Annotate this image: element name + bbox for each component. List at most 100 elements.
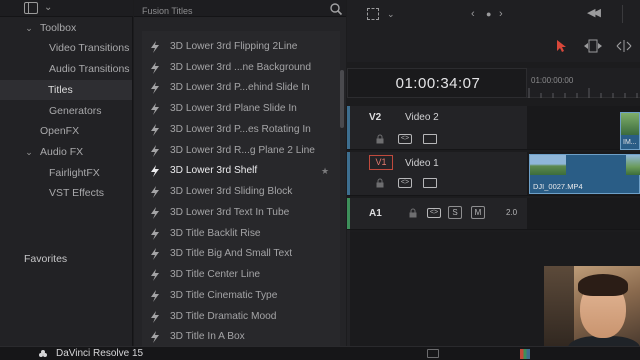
track-lane-v1[interactable]: DJI_0027.MP4 — [527, 152, 640, 196]
blade-tool-icon[interactable] — [615, 39, 633, 53]
lightning-bolt-icon — [151, 311, 159, 323]
track-id-destination[interactable]: V1 — [369, 155, 393, 170]
list-item-label: 3D Title Dramatic Mood — [170, 311, 277, 322]
marker-dot-icon[interactable]: ● — [486, 8, 491, 20]
section-title: Fusion Titles — [142, 6, 193, 16]
tree-item-audio-fx[interactable]: ⌄ Audio FX — [25, 142, 83, 162]
solo-button[interactable]: S — [448, 206, 462, 219]
tree-item-vst-effects[interactable]: VST Effects — [49, 183, 104, 203]
panel-toggle-icon[interactable] — [24, 2, 38, 14]
lightning-bolt-icon — [151, 269, 159, 281]
mute-button[interactable]: M — [471, 206, 485, 219]
tree-item-audio-transitions[interactable]: Audio Transitions — [49, 59, 130, 79]
list-item-label: 3D Lower 3rd ...ne Background — [170, 62, 312, 73]
tree-item-fairlightfx[interactable]: FairlightFX — [49, 163, 100, 183]
track-id: V2 — [369, 112, 382, 123]
list-item[interactable]: 3D Title Center Line — [142, 265, 340, 285]
tree-item-label: Video Transitions — [49, 42, 130, 54]
track-enable-icon[interactable] — [423, 134, 437, 144]
titles-list-header: Fusion Titles — [134, 0, 346, 17]
tree-item-generators[interactable]: Generators — [49, 101, 102, 121]
list-item[interactable]: 3D Title Cinematic Type — [142, 286, 340, 306]
lightning-bolt-icon — [151, 248, 159, 260]
list-item[interactable]: 3D Lower 3rd Plane Slide In — [142, 99, 340, 119]
favorites-heading[interactable]: Favorites — [24, 253, 67, 265]
track-name[interactable]: Video 1 — [405, 158, 439, 169]
tree-item-toolbox[interactable]: ⌄ Toolbox — [25, 18, 76, 38]
timecode-display[interactable]: 01:00:34:07 — [347, 68, 527, 98]
list-item[interactable]: 3D Lower 3rd Sliding Block — [142, 182, 340, 202]
lightning-bolt-icon — [151, 186, 159, 198]
tree-item-label: OpenFX — [40, 125, 80, 137]
trim-tool-icon[interactable] — [583, 39, 603, 53]
tree-item-openfx[interactable]: OpenFX — [40, 121, 79, 141]
ruler-ticks — [528, 88, 638, 98]
lightning-bolt-icon — [151, 41, 159, 53]
track-header-v2[interactable]: V2 Video 2 <> — [347, 106, 527, 150]
list-item-label: 3D Title In A Box — [170, 331, 245, 342]
tree-item-label: FairlightFX — [49, 167, 100, 179]
list-item[interactable]: 3D Lower 3rd ...ne Background — [142, 58, 340, 78]
lock-icon[interactable] — [375, 134, 385, 144]
track-level: 2.0 — [506, 208, 518, 217]
clip-thumbnail — [621, 113, 639, 135]
track-lane-v2[interactable]: IM... — [527, 106, 640, 150]
color-page-icon[interactable] — [520, 349, 530, 359]
clip-name: DJI_0027.MP4 — [533, 182, 583, 191]
track-header-v1[interactable]: V1 Video 1 <> — [347, 152, 527, 196]
list-item[interactable]: 3D Lower 3rd R...g Plane 2 Line — [142, 141, 340, 161]
auto-track-select-icon[interactable]: <> — [398, 178, 412, 188]
chevron-right-icon[interactable]: › — [499, 8, 503, 20]
auto-track-select-icon[interactable]: <> — [427, 208, 441, 218]
list-item[interactable]: 3D Title Big And Small Text — [142, 244, 340, 264]
arrow-selection-icon[interactable] — [556, 39, 568, 53]
tree-item-label: Generators — [49, 105, 102, 117]
selection-mode-icon[interactable] — [367, 8, 379, 20]
list-scrollbar[interactable] — [340, 70, 344, 128]
timeline-toolbar: ⌄ ‹ ● › ◀◀ — [347, 0, 640, 30]
track-id: A1 — [369, 208, 382, 219]
timeline-ruler[interactable]: 01:00:00:00 — [527, 68, 640, 98]
list-item-label: 3D Lower 3rd R...g Plane 2 Line — [170, 145, 315, 156]
list-item[interactable]: 3D Lower 3rd Flipping 2Line — [142, 37, 340, 57]
track-color-bar — [347, 106, 350, 149]
list-item[interactable]: 3D Lower 3rd P...es Rotating In — [142, 120, 340, 140]
list-item-label: 3D Title Center Line — [170, 269, 261, 280]
track-enable-icon[interactable] — [423, 178, 437, 188]
tree-item-titles[interactable]: Titles — [0, 80, 132, 100]
list-item-label: 3D Lower 3rd Flipping 2Line — [170, 41, 298, 52]
auto-track-select-icon[interactable]: <> — [398, 134, 412, 144]
chevron-down-icon[interactable]: ⌄ — [24, 18, 34, 38]
search-icon[interactable] — [328, 1, 344, 17]
lightning-bolt-icon — [151, 124, 159, 136]
list-item[interactable]: 3D Title Dramatic Mood — [142, 307, 340, 327]
track-lane-a1[interactable] — [527, 198, 640, 230]
timeline-clip[interactable]: DJI_0027.MP4 — [529, 154, 640, 194]
list-item-highlighted[interactable]: 3D Lower 3rd Shelf ★ — [142, 161, 340, 181]
timeline-clip[interactable]: IM... — [620, 112, 640, 150]
list-item[interactable]: 3D Title In A Box — [142, 327, 340, 347]
track-name[interactable]: Video 2 — [405, 112, 439, 123]
list-item[interactable]: 3D Lower 3rd Text In Tube — [142, 203, 340, 223]
tree-item-video-transitions[interactable]: Video Transitions — [49, 38, 129, 58]
lightning-bolt-icon — [151, 207, 159, 219]
chevron-down-icon[interactable]: ⌄ — [24, 142, 34, 162]
favorite-star-icon[interactable]: ★ — [321, 161, 329, 181]
list-item[interactable]: 3D Lower 3rd P...ehind Slide In — [142, 78, 340, 98]
lock-icon[interactable] — [375, 178, 385, 188]
skip-to-start-icon[interactable]: ◀◀ — [587, 7, 601, 19]
lightning-bolt-icon — [151, 145, 159, 157]
list-item-label: 3D Lower 3rd Plane Slide In — [170, 103, 297, 114]
list-item-label: 3D Lower 3rd P...ehind Slide In — [170, 82, 310, 93]
media-page-icon[interactable] — [427, 349, 439, 358]
list-item[interactable]: 3D Title Backlit Rise — [142, 224, 340, 244]
titles-list: 3D Lower 3rd Flipping 2Line 3D Lower 3rd… — [142, 31, 340, 346]
track-color-bar — [347, 152, 350, 195]
chevron-left-icon[interactable]: ‹ — [471, 8, 475, 20]
lock-icon[interactable] — [408, 208, 418, 218]
track-header-a1[interactable]: A1 <> S M 2.0 — [347, 198, 527, 230]
chevron-down-icon[interactable]: ⌄ — [44, 2, 52, 14]
list-item-label: 3D Lower 3rd Shelf — [170, 165, 258, 176]
ruler-timecode: 01:00:00:00 — [531, 76, 574, 85]
chevron-down-icon[interactable]: ⌄ — [387, 8, 395, 20]
